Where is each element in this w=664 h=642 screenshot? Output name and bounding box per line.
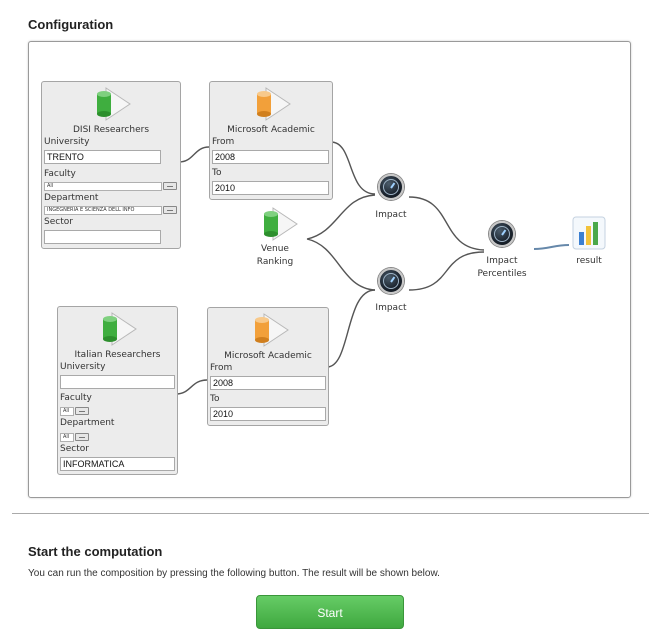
- department-select[interactable]: INGEGNERIA E SCIENZA DELL INFO: [44, 206, 162, 215]
- node-title: Microsoft Academic: [227, 125, 315, 135]
- faculty-select[interactable]: All: [60, 407, 74, 416]
- university-label: University: [60, 362, 106, 372]
- configuration-title: Configuration: [28, 17, 114, 32]
- node-title: Italian Researchers: [74, 350, 161, 360]
- faculty-label: Faculty: [44, 169, 76, 179]
- from-label: From: [210, 363, 233, 373]
- department-dropdown-button[interactable]: [163, 206, 177, 214]
- to-label: To: [212, 168, 222, 178]
- connector-disi-ms: [178, 146, 210, 163]
- impact-percentiles-label-line1: Impact: [486, 256, 518, 266]
- sector-field[interactable]: INFORMATICA: [60, 457, 175, 471]
- connector-ms-top-impact: [330, 141, 376, 195]
- database-icon: [255, 313, 289, 347]
- from-label: From: [212, 137, 235, 147]
- section-divider: [12, 513, 649, 514]
- connector-percentiles-result: [533, 244, 570, 250]
- start-button[interactable]: Start: [256, 595, 404, 629]
- microsoft-academic-node-top[interactable]: Microsoft Academic From 2008 To 2010: [209, 81, 333, 200]
- university-label: University: [44, 137, 90, 147]
- computation-title: Start the computation: [28, 544, 163, 559]
- university-field[interactable]: [60, 375, 175, 389]
- sector-field[interactable]: [44, 230, 161, 244]
- impact-bottom-gauge-icon[interactable]: [378, 268, 404, 294]
- sector-label: Sector: [60, 444, 89, 454]
- department-dropdown-button[interactable]: [75, 433, 89, 441]
- faculty-dropdown-button[interactable]: [163, 182, 177, 190]
- from-field[interactable]: 2008: [210, 376, 326, 390]
- node-title: DISI Researchers: [72, 125, 150, 135]
- department-select[interactable]: All: [60, 433, 74, 442]
- to-field[interactable]: 2010: [212, 181, 329, 195]
- department-label: Department: [60, 418, 115, 428]
- impact-top-gauge-icon[interactable]: [378, 174, 404, 200]
- from-field[interactable]: 2008: [212, 150, 329, 164]
- database-icon: [257, 87, 291, 121]
- venue-ranking-label-line1: Venue: [261, 244, 289, 254]
- faculty-label: Faculty: [60, 393, 92, 403]
- database-icon: [97, 87, 131, 121]
- result-label: result: [576, 256, 602, 266]
- impact-percentiles-gauge-icon[interactable]: [489, 221, 515, 247]
- result-bar-chart-icon[interactable]: [572, 216, 606, 250]
- connector-impact-top-percentiles: [408, 196, 485, 251]
- venue-ranking-label-line2: Ranking: [256, 257, 294, 267]
- venue-ranking-database-icon[interactable]: [257, 206, 301, 242]
- faculty-dropdown-button[interactable]: [75, 407, 89, 415]
- department-label: Department: [44, 193, 99, 203]
- italian-researchers-node[interactable]: Italian Researchers University Faculty A…: [57, 306, 178, 475]
- microsoft-academic-node-bottom[interactable]: Microsoft Academic From 2008 To 2010: [207, 307, 329, 426]
- database-icon: [103, 312, 137, 346]
- to-label: To: [210, 394, 220, 404]
- composition-canvas[interactable]: DISI Researchers University TRENTO Facul…: [28, 41, 631, 498]
- sector-label: Sector: [44, 217, 73, 227]
- faculty-select[interactable]: All: [44, 182, 162, 191]
- disi-researchers-node[interactable]: DISI Researchers University TRENTO Facul…: [41, 81, 181, 249]
- connector-ms-bottom-impact: [326, 289, 376, 368]
- impact-percentiles-label-line2: Percentiles: [477, 269, 527, 279]
- connector-italian-ms: [175, 379, 208, 395]
- university-field[interactable]: TRENTO: [44, 150, 161, 164]
- node-title: Microsoft Academic: [224, 351, 312, 361]
- to-field[interactable]: 2010: [210, 407, 326, 421]
- computation-description: You can run the composition by pressing …: [28, 568, 440, 579]
- connector-venue-impact-bottom: [306, 238, 376, 291]
- impact-top-label: Impact: [375, 210, 407, 220]
- impact-bottom-label: Impact: [375, 303, 407, 313]
